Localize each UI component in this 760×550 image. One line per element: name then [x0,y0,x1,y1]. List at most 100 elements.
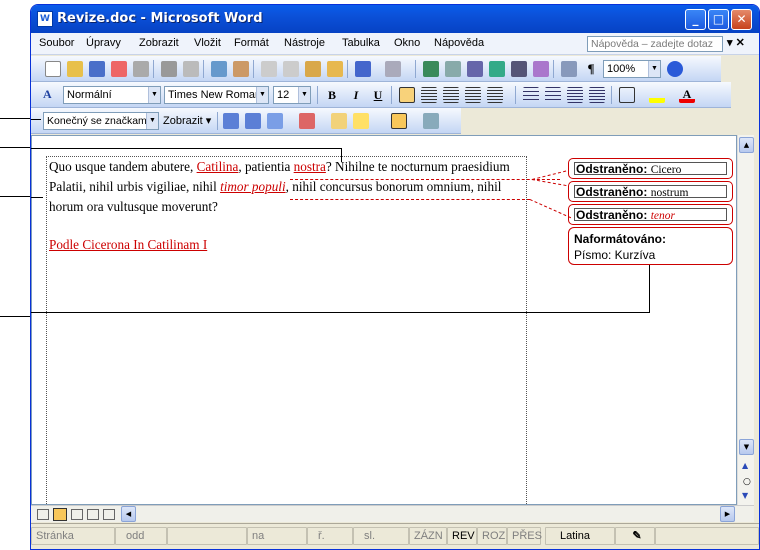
decrease-indent-icon[interactable] [567,87,583,103]
borders-icon[interactable] [619,87,635,103]
bullets-icon[interactable] [545,87,561,103]
font-select[interactable]: Times New Roman ▼ [164,86,269,104]
menu-insert[interactable]: Vložit [194,37,221,49]
next-page-icon[interactable]: ▼ [742,491,748,500]
highlight-icon[interactable] [649,87,665,103]
research-icon[interactable] [233,61,249,77]
formatted-text-marker[interactable]: timor populi [220,179,286,194]
preview-icon[interactable] [183,61,199,77]
align-left-icon[interactable] [399,87,415,103]
increase-indent-icon[interactable] [589,87,605,103]
new-comment-icon[interactable] [331,113,347,129]
tables-borders-icon[interactable] [445,61,461,77]
insert-table-icon[interactable] [467,61,483,77]
title-bar[interactable]: W Revize.doc - Microsoft Word _ □ ✕ [31,5,759,33]
vertical-scrollbar[interactable]: ▲ ▼ ▲ ○ ▼ [737,135,754,505]
save-icon[interactable] [89,61,105,77]
print-view-icon[interactable] [71,509,83,520]
cut-icon[interactable] [261,61,277,77]
underline-button[interactable]: U [369,87,387,104]
document-map-icon[interactable] [561,61,577,77]
menu-tools[interactable]: Nástroje [284,37,325,49]
deleted-text-marker[interactable]: Catilina [197,159,239,174]
browse-object-icon[interactable]: ○ [743,477,751,487]
track-changes-icon[interactable] [391,113,407,129]
deleted-text-marker[interactable]: nostra [294,159,326,174]
menu-format[interactable]: Formát [234,37,269,49]
menu-help[interactable]: Nápověda [434,37,484,49]
reviewing-pane-icon[interactable] [423,113,439,129]
format-painter-icon[interactable] [327,61,343,77]
status-overtype[interactable]: PŘES [507,527,542,545]
new-document-icon[interactable] [45,61,61,77]
undo-icon[interactable] [355,61,371,77]
scroll-up-button[interactable]: ▲ [739,137,754,153]
drawing-icon[interactable] [533,61,549,77]
status-track-changes[interactable]: REV [447,527,477,545]
menu-file[interactable]: Soubor [39,37,74,49]
normal-view-icon[interactable] [37,509,49,520]
show-hide-icon[interactable]: ¶ [583,61,599,77]
menu-edit[interactable]: Úpravy [86,37,121,49]
justify-icon[interactable] [465,87,481,103]
line-spacing-icon[interactable] [487,87,503,103]
scroll-left-button[interactable]: ◀ [121,506,136,522]
menu-table[interactable]: Tabulka [342,37,380,49]
document-paragraph[interactable]: Quo usque tandem abutere, Catilina, pati… [49,157,535,217]
insert-excel-icon[interactable] [489,61,505,77]
spelling-icon[interactable] [211,61,227,77]
spelling-status-icon[interactable]: ✎ [615,527,655,545]
next-change-icon[interactable] [245,113,261,129]
paste-icon[interactable] [305,61,321,77]
numbering-icon[interactable] [523,87,539,103]
font-color-icon[interactable]: A [679,87,695,103]
reading-view-icon[interactable] [103,509,115,520]
help-search-input[interactable]: Nápověda – zadejte dotaz [587,36,723,52]
print-preview-icon[interactable] [133,61,149,77]
columns-icon[interactable] [511,61,527,77]
bold-button[interactable]: B [323,87,341,104]
menu-window[interactable]: Okno [394,37,420,49]
scroll-down-button[interactable]: ▼ [739,439,754,455]
deletion-balloon[interactable]: Odstraněno: tenor [568,204,733,225]
italic-button[interactable]: I [347,87,365,104]
align-right-icon[interactable] [443,87,459,103]
outline-view-icon[interactable] [87,509,99,520]
menu-view[interactable]: Zobrazit [139,37,179,49]
align-center-icon[interactable] [421,87,437,103]
help-icon[interactable] [667,61,683,77]
print-icon[interactable] [161,61,177,77]
copy-icon[interactable] [283,61,299,77]
permission-icon[interactable] [111,61,127,77]
redo-icon[interactable] [385,61,401,77]
horizontal-scrollbar[interactable]: ◀ ▶ [31,505,754,522]
previous-change-icon[interactable] [223,113,239,129]
reject-change-icon[interactable] [299,113,315,129]
status-extend-selection[interactable]: ROZ [477,527,507,545]
close-button[interactable]: ✕ [731,9,752,30]
formatting-balloon[interactable]: Naformátováno: Písmo: Kurzíva [568,227,733,265]
minimize-button[interactable]: _ [685,9,706,30]
document-area[interactable]: Quo usque tandem abutere, Catilina, pati… [31,135,737,506]
highlight-changes-icon[interactable] [353,113,369,129]
status-record-macro[interactable]: ZÁZN [409,527,447,545]
hyperlink-icon[interactable] [423,61,439,77]
zoom-select[interactable]: 100% ▼ [603,60,661,78]
inserted-reference-line[interactable]: Podle Cicerona In Catilinam I [49,237,207,253]
deletion-balloon[interactable]: Odstraněno: nostrum [568,181,733,202]
display-for-review-select[interactable]: Konečný se značkami ▼ [43,112,159,130]
style-select[interactable]: Normální ▼ [63,86,161,104]
web-view-icon[interactable] [53,508,67,521]
open-icon[interactable] [67,61,83,77]
help-close-icon[interactable]: ▾ ✕ [727,36,745,49]
accept-change-icon[interactable] [267,113,283,129]
styles-icon[interactable]: A [43,87,59,103]
show-menu-button[interactable]: Zobrazit ▾ [163,114,211,127]
font-size-select[interactable]: 12 ▼ [273,86,311,104]
previous-page-icon[interactable]: ▲ [742,461,748,470]
maximize-button[interactable]: □ [708,9,729,30]
deletion-balloon[interactable]: Odstraněno: Cicero [568,158,733,179]
status-language[interactable]: Latina [545,527,615,545]
word-document-icon[interactable]: W [37,11,53,27]
scroll-right-button[interactable]: ▶ [720,506,735,522]
